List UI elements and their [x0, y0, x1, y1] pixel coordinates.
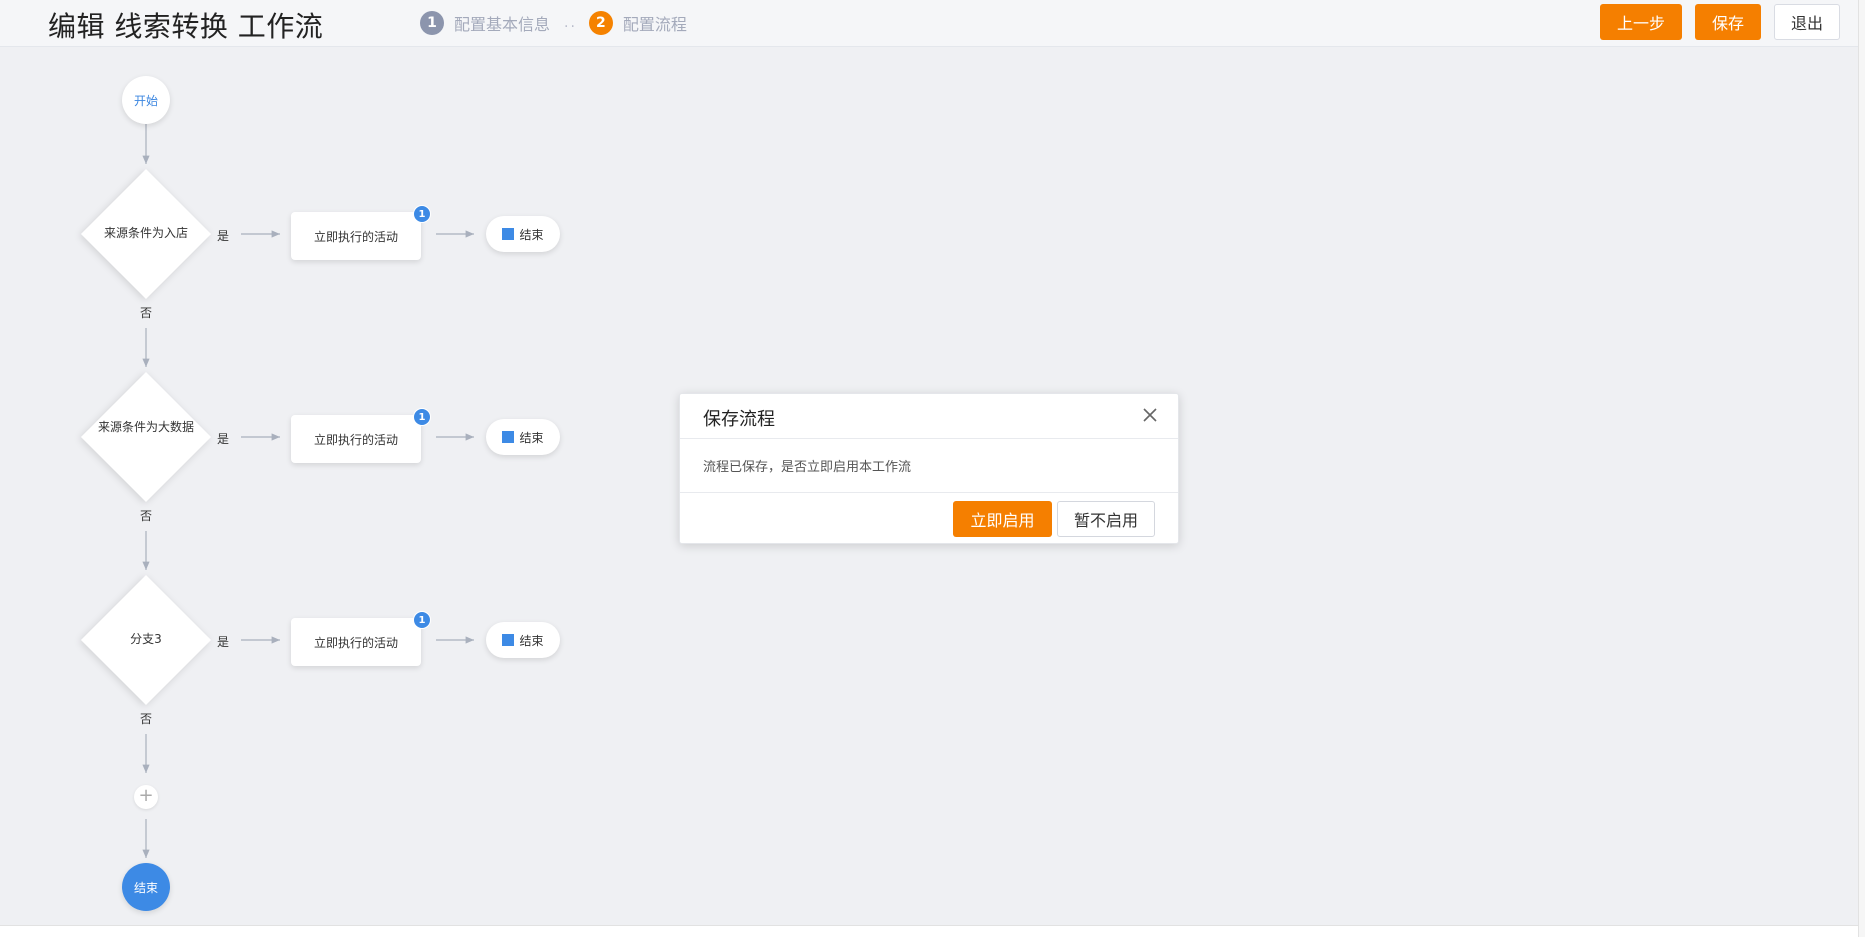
step-2-number: 2	[588, 11, 613, 35]
condition-label-1: 来源条件为入店	[103, 226, 188, 240]
step-1-number: 1	[420, 11, 444, 35]
activity-badge-2: 1	[413, 408, 431, 426]
activity-badge-1: 1	[413, 205, 431, 223]
yes-label-1: 是	[217, 229, 230, 243]
exit-button[interactable]: 退出	[1774, 4, 1840, 40]
branch-end-label-1: 结束	[519, 227, 544, 242]
enable-now-button[interactable]: 立即启用	[953, 501, 1052, 537]
dialog-title: 保存流程	[703, 409, 775, 430]
dialog-message: 流程已保存，是否立即启用本工作流	[703, 460, 912, 475]
condition-label-3: 分支3	[130, 632, 162, 646]
no-label-2: 否	[140, 509, 153, 523]
step-1-label: 配置基本信息	[454, 15, 551, 34]
activity-badge-3: 1	[413, 611, 431, 629]
branch-end-node-3[interactable]: 结束	[486, 622, 560, 658]
not-enable-button[interactable]: 暂不启用	[1057, 501, 1155, 537]
step-separator: ..	[564, 15, 577, 31]
yes-label-2: 是	[217, 432, 230, 446]
add-node-button[interactable]: +	[134, 785, 158, 809]
step-2-label: 配置流程	[622, 15, 687, 34]
dialog-header: 保存流程	[680, 394, 1178, 439]
save-flow-dialog: 保存流程 流程已保存，是否立即启用本工作流 立即启用 暂不启用	[679, 393, 1179, 544]
end-square-icon	[502, 431, 515, 443]
vertical-scrollbar[interactable]	[1858, 0, 1865, 937]
horizontal-scrollbar[interactable]	[0, 925, 1858, 938]
page-title: 编辑 线索转换 工作流	[48, 10, 324, 43]
no-label-3: 否	[140, 712, 153, 726]
condition-label-2: 来源条件为大数据	[98, 420, 195, 434]
save-button[interactable]: 保存	[1695, 4, 1761, 40]
end-node[interactable]: 结束	[122, 863, 170, 911]
step-indicator: 1 配置基本信息 .. 2 配置流程	[420, 10, 687, 36]
activity-node-1[interactable]: 立即执行的活动	[291, 212, 421, 260]
end-square-icon	[502, 228, 515, 240]
dialog-footer: 立即启用 暂不启用	[680, 493, 1178, 545]
close-icon[interactable]	[1140, 405, 1160, 425]
prev-step-button[interactable]: 上一步	[1600, 4, 1682, 40]
branch-end-node-2[interactable]: 结束	[486, 419, 560, 455]
activity-node-3[interactable]: 立即执行的活动	[291, 618, 421, 666]
branch-end-label-3: 结束	[519, 633, 544, 648]
end-square-icon	[502, 634, 515, 646]
branch-end-node-1[interactable]: 结束	[486, 216, 560, 252]
page-header: 编辑 线索转换 工作流 1 配置基本信息 .. 2 配置流程 上一步 保存 退出	[0, 0, 1858, 47]
dialog-body: 流程已保存，是否立即启用本工作流	[680, 439, 1178, 493]
activity-node-2[interactable]: 立即执行的活动	[291, 415, 421, 463]
no-label-1: 否	[140, 306, 153, 320]
yes-label-3: 是	[217, 635, 230, 649]
start-node[interactable]: 开始	[122, 76, 170, 124]
branch-end-label-2: 结束	[519, 430, 544, 445]
